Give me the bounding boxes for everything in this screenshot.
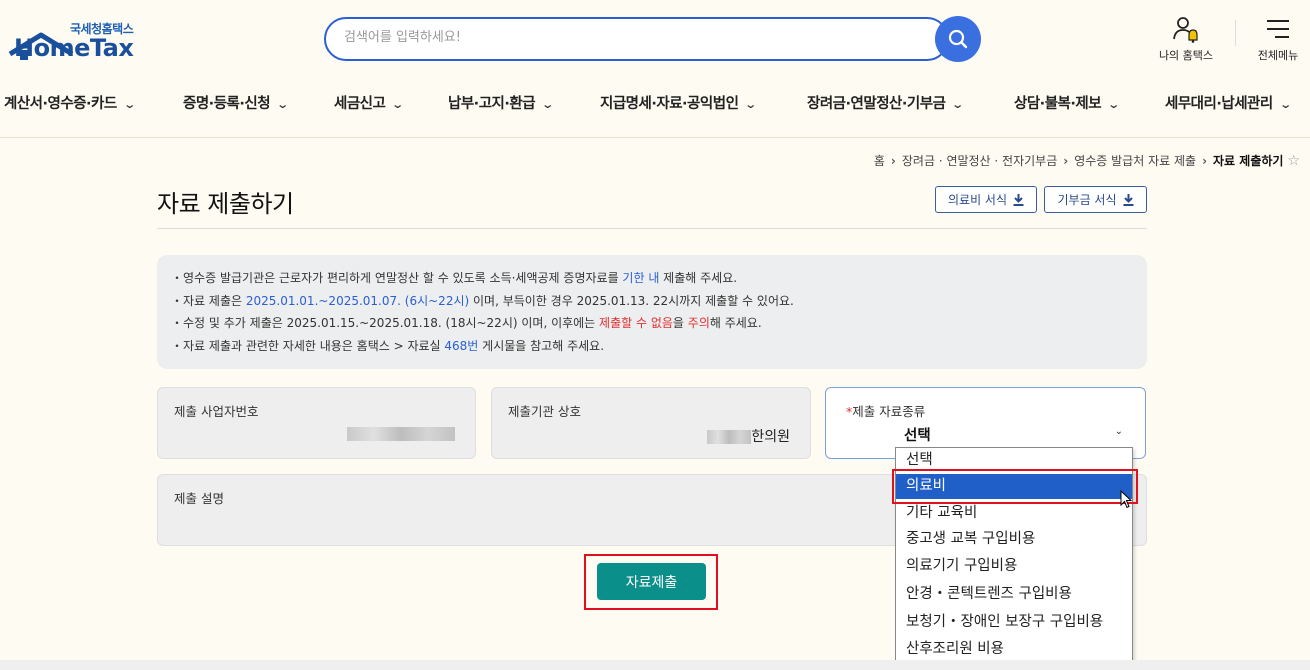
logo-title: HomeTax xyxy=(14,34,134,62)
dropdown-option[interactable]: 기타 교육비 xyxy=(896,501,1132,526)
nav-item-label: 세금신고 xyxy=(334,96,386,112)
business-number-value xyxy=(347,426,455,442)
data-type-label: *제출 자료종류 xyxy=(846,401,925,420)
notice-line: ・자료 제출은 2025.01.01.~2025.01.07. (6시~22시)… xyxy=(171,293,794,308)
org-name-label: 제출기관 상호 xyxy=(508,404,581,419)
main-navigation: 계산서·영수증·카드 ⌄ 증명·등록·신청 ⌄ 세금신고 ⌄ 납부·고지·환급 ⌄ 지급… xyxy=(0,82,1310,122)
mouse-cursor-icon xyxy=(1120,490,1133,509)
dropdown-option[interactable]: 중고생 교복 구입비용 xyxy=(896,527,1132,552)
chevron-down-icon: ⌄ xyxy=(541,98,554,111)
nav-item-agent[interactable]: 세무대리·납세관리 ⌄ xyxy=(1165,92,1292,113)
redacted-value xyxy=(347,427,455,441)
org-name-field: 제출기관 상호 한의원 xyxy=(491,387,811,459)
highlight-frame xyxy=(892,469,1138,504)
chevron-down-icon: ⌄ xyxy=(123,98,136,111)
medical-form-download-button[interactable]: 의료비 서식 xyxy=(935,186,1037,213)
breadcrumb-separator: › xyxy=(890,154,896,168)
nav-item-certificate[interactable]: 증명·등록·신청 ⌄ xyxy=(183,92,289,113)
nav-item-label: 계산서·영수증·카드 xyxy=(4,96,117,112)
nav-item-label: 지급명세·자료·공익법인 xyxy=(600,96,739,112)
all-menu-button[interactable]: 전체메뉴 xyxy=(1248,14,1308,63)
nav-item-label: 장려금·연말정산·기부금 xyxy=(807,96,946,112)
user-bell-icon xyxy=(1173,17,1198,43)
chevron-down-icon: ⌄ xyxy=(1278,98,1292,111)
footer-strip xyxy=(0,660,1310,670)
chevron-down-icon: ⌄ xyxy=(391,98,405,111)
dropdown-option[interactable]: 보청기・장애인 보장구 구입비용 xyxy=(896,610,1132,635)
description-label: 제출 설명 xyxy=(174,491,224,506)
nav-item-payment[interactable]: 납부·고지·환급 ⌄ xyxy=(448,92,554,113)
dropdown-option[interactable]: 안경・콘텍트렌즈 구입비용 xyxy=(896,582,1132,607)
notice-line: ・영수증 발급기관은 근로자가 편리하게 연말정산 할 수 있도록 소득·세액공… xyxy=(171,271,738,285)
header-divider xyxy=(1235,20,1236,46)
dropdown-option[interactable]: 의료기기 구입비용 xyxy=(896,554,1132,579)
chevron-down-icon: ⌄ xyxy=(744,98,758,111)
my-hometax-label: 나의 홈택스 xyxy=(1158,49,1214,62)
nav-item-tax-report[interactable]: 세금신고 ⌄ xyxy=(334,92,405,113)
business-number-label: 제출 사업자번호 xyxy=(174,404,259,419)
title-divider xyxy=(157,228,1147,229)
nav-item-incentive[interactable]: 장려금·연말정산·기부금 ⌄ xyxy=(807,92,965,113)
business-number-field: 제출 사업자번호 xyxy=(157,387,476,459)
hamburger-menu-icon xyxy=(1267,20,1289,38)
data-type-value: 선택 xyxy=(904,428,931,444)
nav-divider xyxy=(0,137,1310,138)
download-icon xyxy=(1123,193,1133,206)
search-icon xyxy=(948,29,968,49)
notice-line: ・수정 및 추가 제출은 2025.01.15.~2025.01.18. (18… xyxy=(171,316,762,330)
data-type-label-text: 제출 자료종류 xyxy=(852,404,926,419)
notice-line: ・자료 제출과 관련한 자세한 내용은 홈택스 > 자료실 468번 게시물을 … xyxy=(171,338,605,353)
donation-form-label: 기부금 서식 xyxy=(1057,193,1117,207)
breadcrumb-separator: › xyxy=(1202,154,1208,168)
chevron-down-icon: ⌄ xyxy=(1114,426,1123,437)
search-box xyxy=(324,17,949,61)
breadcrumb-home[interactable]: 홈 xyxy=(874,154,885,168)
page-title: 자료 제출하기 xyxy=(157,190,294,218)
donation-form-download-button[interactable]: 기부금 서식 xyxy=(1044,186,1147,213)
nav-item-statement[interactable]: 지급명세·자료·공익법인 ⌄ xyxy=(600,92,758,113)
nav-item-label: 상담·불복·제보 xyxy=(1014,96,1102,112)
nav-item-label: 증명·등록·신청 xyxy=(183,96,271,112)
chevron-down-icon: ⌄ xyxy=(276,98,289,111)
search-input[interactable] xyxy=(344,30,904,45)
breadcrumb-current: 자료 제출하기 xyxy=(1213,154,1284,168)
breadcrumb-receipt[interactable]: 영수증 발급처 자료 제출 xyxy=(1074,154,1196,168)
org-name-suffix: 한의원 xyxy=(751,429,790,445)
nav-item-invoice[interactable]: 계산서·영수증·카드 ⌄ xyxy=(4,92,136,113)
org-name-value: 한의원 xyxy=(707,426,790,446)
breadcrumb-separator: › xyxy=(1063,154,1069,168)
redacted-value xyxy=(707,430,752,444)
notice-box: ・영수증 발급기관은 근로자가 편리하게 연말정산 할 수 있도록 소득·세액공… xyxy=(157,255,1147,369)
breadcrumb-incentive[interactable]: 장려금 · 연말정산 · 전자기부금 xyxy=(902,154,1057,168)
chevron-down-icon: ⌄ xyxy=(1107,98,1120,111)
dropdown-option[interactable]: 산후조리원 비용 xyxy=(896,637,1132,662)
breadcrumb: 홈 › 장려금 · 연말정산 · 전자기부금 › 영수증 발급처 자료 제출 › 자료 제출… xyxy=(874,152,1300,169)
star-icon[interactable]: ☆ xyxy=(1287,153,1300,169)
chevron-down-icon: ⌄ xyxy=(951,98,965,111)
submit-button[interactable]: 자료제출 xyxy=(597,563,706,600)
all-menu-label: 전체메뉴 xyxy=(1257,49,1299,62)
my-hometax-link[interactable]: 나의 홈택스 xyxy=(1148,14,1224,63)
medical-form-label: 의료비 서식 xyxy=(947,193,1007,207)
search-button[interactable] xyxy=(935,16,981,62)
nav-item-label: 납부·고지·환급 xyxy=(448,96,536,112)
nav-item-consult[interactable]: 상담·불복·제보 ⌄ xyxy=(1014,92,1120,113)
download-icon xyxy=(1013,193,1024,206)
nav-item-label: 세무대리·납세관리 xyxy=(1165,96,1273,112)
